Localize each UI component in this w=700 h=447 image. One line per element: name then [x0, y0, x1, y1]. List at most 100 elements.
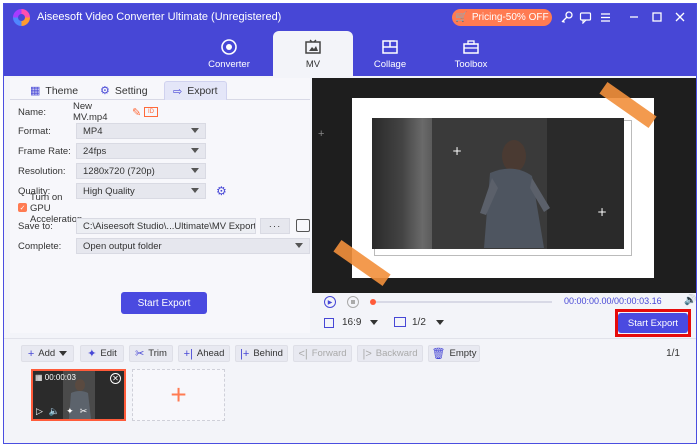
play-icon[interactable]: ▶ — [324, 296, 336, 308]
chevron-down-icon — [191, 168, 199, 173]
effects-icon[interactable]: ✦ — [66, 406, 74, 417]
app-title: Aiseesoft Video Converter Ultimate (Unre… — [37, 11, 282, 23]
tab-export[interactable]: ⇨ Export — [164, 81, 227, 100]
pricing-label: Pricing-50% OFF — [471, 12, 549, 23]
menu-icon[interactable] — [596, 8, 614, 26]
gpu-checkbox[interactable]: ✓ — [18, 203, 27, 212]
save-to-label: Save to: — [18, 220, 53, 232]
play-icon[interactable]: ▷ — [36, 406, 43, 417]
format-label: Format: — [18, 125, 51, 137]
add-clip-placeholder[interactable]: + — [132, 369, 225, 421]
chat-icon[interactable] — [576, 8, 594, 26]
volume-icon[interactable]: 🔊 — [684, 295, 696, 306]
scissors-icon[interactable]: ✂ — [80, 406, 88, 417]
frame-rate-label: Frame Rate: — [18, 145, 71, 157]
tab-toolbox[interactable]: Toolbox — [431, 31, 511, 76]
svg-text:+: + — [452, 144, 462, 158]
id-card-icon[interactable]: ID — [144, 107, 158, 117]
video-frame: + + — [372, 118, 624, 249]
main-nav: Converter MV Collage Toolbox — [4, 31, 696, 76]
complete-value: Open output folder — [83, 240, 162, 252]
tab-theme[interactable]: ▦ Theme — [30, 81, 78, 100]
resolution-select[interactable]: 1280x720 (720p) — [76, 163, 206, 179]
add-label: Add — [38, 348, 56, 359]
gear-icon: ⚙ — [100, 85, 110, 97]
app-window: Aiseesoft Video Converter Ultimate (Unre… — [3, 3, 697, 444]
time-readout: 00:00:00.00/00:00:03.16 — [564, 296, 662, 306]
name-value: New MV.mp4 — [73, 101, 108, 123]
collage-icon — [382, 39, 398, 54]
export-panel: ▦ Theme ⚙ Setting ⇨ Export Name: New MV.… — [10, 78, 310, 333]
backward-button[interactable]: |> Backward — [357, 345, 423, 362]
stop-icon[interactable] — [347, 296, 359, 308]
maximize-icon[interactable] — [648, 8, 666, 26]
aspect-ratio-icon — [324, 318, 334, 328]
theme-frame: + + — [352, 98, 654, 278]
scissors-icon: ✂ — [135, 348, 145, 360]
quality-select[interactable]: High Quality — [76, 183, 206, 199]
pricing-button[interactable]: 🛒 Pricing-50% OFF — [452, 9, 552, 26]
aspect-ratio-dropdown[interactable] — [370, 320, 378, 325]
name-label: Name: — [18, 106, 46, 118]
aspect-ratio-value[interactable]: 16:9 — [342, 317, 361, 328]
converter-icon — [221, 38, 237, 55]
export-icon: ⇨ — [173, 85, 183, 98]
pencil-icon[interactable]: ✎ — [132, 106, 141, 119]
progress-bar[interactable] — [370, 299, 552, 305]
more-icon[interactable]: ··· — [260, 218, 290, 234]
plus-icon: + — [170, 379, 187, 410]
frame-rate-select[interactable]: 24fps — [76, 143, 206, 159]
minimize-icon[interactable] — [625, 8, 643, 26]
chevron-down-icon — [191, 148, 199, 153]
backward-icon: |> — [362, 347, 372, 360]
page-dropdown[interactable] — [436, 320, 444, 325]
trim-button[interactable]: ✂ Trim — [129, 345, 173, 362]
folder-icon[interactable] — [296, 219, 310, 232]
save-to-value: C:\Aiseesoft Studio\...Ultimate\MV Expor… — [83, 220, 255, 232]
gear-icon[interactable]: ⚙ — [216, 184, 227, 198]
complete-select[interactable]: Open output folder — [76, 238, 310, 254]
video-thumbnail: + + — [432, 118, 624, 249]
save-to-field[interactable]: C:\Aiseesoft Studio\...Ultimate\MV Expor… — [76, 218, 256, 234]
behind-button[interactable]: |+ Behind — [235, 345, 288, 362]
start-export-button[interactable]: Start Export — [121, 292, 207, 314]
progress-handle[interactable] — [370, 299, 376, 305]
title-bar: Aiseesoft Video Converter Ultimate (Unre… — [4, 4, 696, 31]
behind-label: Behind — [253, 348, 283, 359]
mv-icon — [305, 39, 321, 54]
chevron-down-icon — [295, 243, 303, 248]
tab-toolbox-label: Toolbox — [454, 58, 488, 70]
ahead-button[interactable]: +| Ahead — [178, 345, 230, 362]
plus-icon: + — [318, 128, 325, 140]
resolution-label: Resolution: — [18, 165, 66, 177]
forward-icon: <| — [298, 347, 308, 360]
forward-button[interactable]: <| Forward — [293, 345, 352, 362]
edit-button[interactable]: ✦ Edit — [80, 345, 124, 362]
start-export-button-preview[interactable]: Start Export — [618, 313, 688, 333]
tab-setting[interactable]: ⚙ Setting — [100, 81, 148, 100]
key-icon[interactable] — [557, 8, 575, 26]
tab-collage[interactable]: Collage — [350, 31, 430, 76]
add-button[interactable]: + Add — [21, 345, 74, 362]
trim-label: Trim — [148, 348, 167, 359]
volume-icon[interactable]: 🔈 — [49, 406, 60, 417]
format-select[interactable]: MP4 — [76, 123, 206, 139]
clip-duration: ▦ 00:00:03 — [35, 373, 76, 382]
resolution-value: 1280x720 (720p) — [83, 165, 155, 177]
player-controls: ▶ 00:00:00.00/00:00:03.16 🔊 16:9 1/2 Sta… — [312, 293, 696, 338]
backward-label: Backward — [375, 348, 418, 359]
page-count: 1/1 — [666, 348, 680, 359]
empty-button[interactable]: 🗑 Empty — [428, 345, 480, 362]
trash-icon: 🗑 — [431, 348, 446, 360]
chevron-down-icon — [191, 188, 199, 193]
tab-setting-label: Setting — [114, 84, 148, 97]
tab-converter-label: Converter — [208, 58, 250, 70]
tab-converter[interactable]: Converter — [189, 31, 269, 76]
page-value[interactable]: 1/2 — [412, 317, 426, 328]
close-icon[interactable] — [671, 8, 689, 26]
clip-thumbnail[interactable]: ▦ 00:00:03 ✕ ▷ 🔈 ✦ ✂ — [31, 369, 126, 421]
clip-toolbar: + Add ✦ Edit ✂ Trim +| Ahead |+ Behind <… — [4, 338, 696, 364]
tab-mv[interactable]: MV — [273, 31, 353, 76]
format-value: MP4 — [83, 125, 103, 137]
remove-clip-icon[interactable]: ✕ — [110, 373, 121, 384]
